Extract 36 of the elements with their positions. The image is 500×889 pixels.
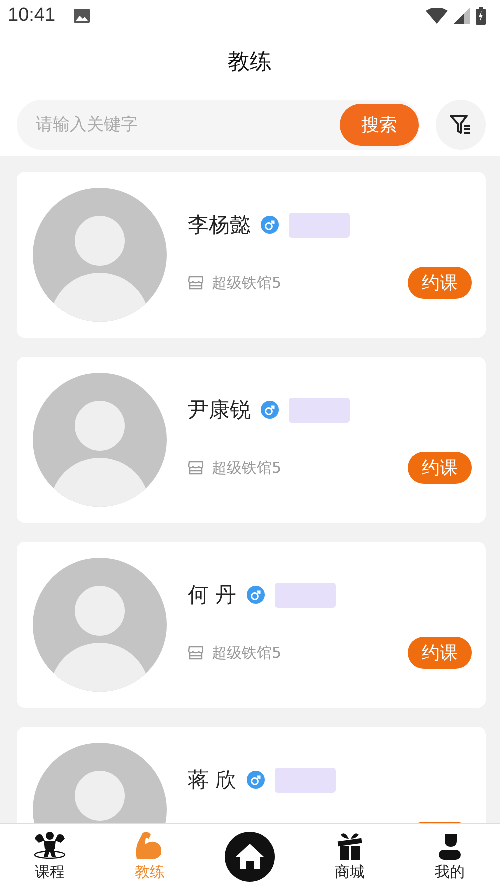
wifi-icon xyxy=(426,8,448,24)
nav-tab[interactable]: 我的 xyxy=(435,863,465,882)
tag-badge xyxy=(289,398,350,422)
signal-icon xyxy=(454,8,470,24)
nav-tab[interactable]: 课程 xyxy=(35,863,65,882)
coach-card[interactable]: 尹康锐 超级铁馆5 约课 xyxy=(17,357,486,523)
nav-tab[interactable]: 商城 xyxy=(335,863,365,882)
store-icon xyxy=(188,461,204,475)
filter-button[interactable] xyxy=(436,100,486,150)
male-icon xyxy=(246,586,265,604)
male-icon xyxy=(261,401,279,419)
male-icon xyxy=(261,216,279,234)
status-time: 10:41 xyxy=(8,5,56,27)
battery-icon xyxy=(476,7,486,25)
coach-card[interactable]: 李杨懿 超级铁馆5 约课 xyxy=(17,172,486,338)
coach-name: 尹康锐 xyxy=(188,397,251,424)
store-icon xyxy=(188,646,204,660)
home-icon[interactable] xyxy=(223,830,277,884)
venue-name: 超级铁馆5 xyxy=(212,274,282,292)
coach-card[interactable]: 蒋 欣 xyxy=(17,727,486,823)
gift-icon[interactable] xyxy=(335,831,365,861)
coach-name: 何 丹 xyxy=(188,582,237,609)
venue-name: 超级铁馆5 xyxy=(212,458,282,478)
coach-name: 蒋 欣 xyxy=(188,767,237,794)
store-icon xyxy=(188,276,204,290)
tag-badge xyxy=(274,582,336,608)
venue-name: 超级铁馆5 xyxy=(212,644,282,662)
tag-badge xyxy=(274,768,336,792)
image-icon xyxy=(74,9,90,23)
page-title: 教练 xyxy=(228,49,272,77)
male-icon xyxy=(246,771,265,789)
coach-card[interactable]: 何 丹 超级铁馆5 约课 xyxy=(17,542,486,708)
coach-name: 李杨懿 xyxy=(188,212,251,239)
tag-badge xyxy=(289,212,350,238)
filter-icon[interactable] xyxy=(449,113,473,137)
bodybuilder-icon[interactable] xyxy=(33,831,67,861)
